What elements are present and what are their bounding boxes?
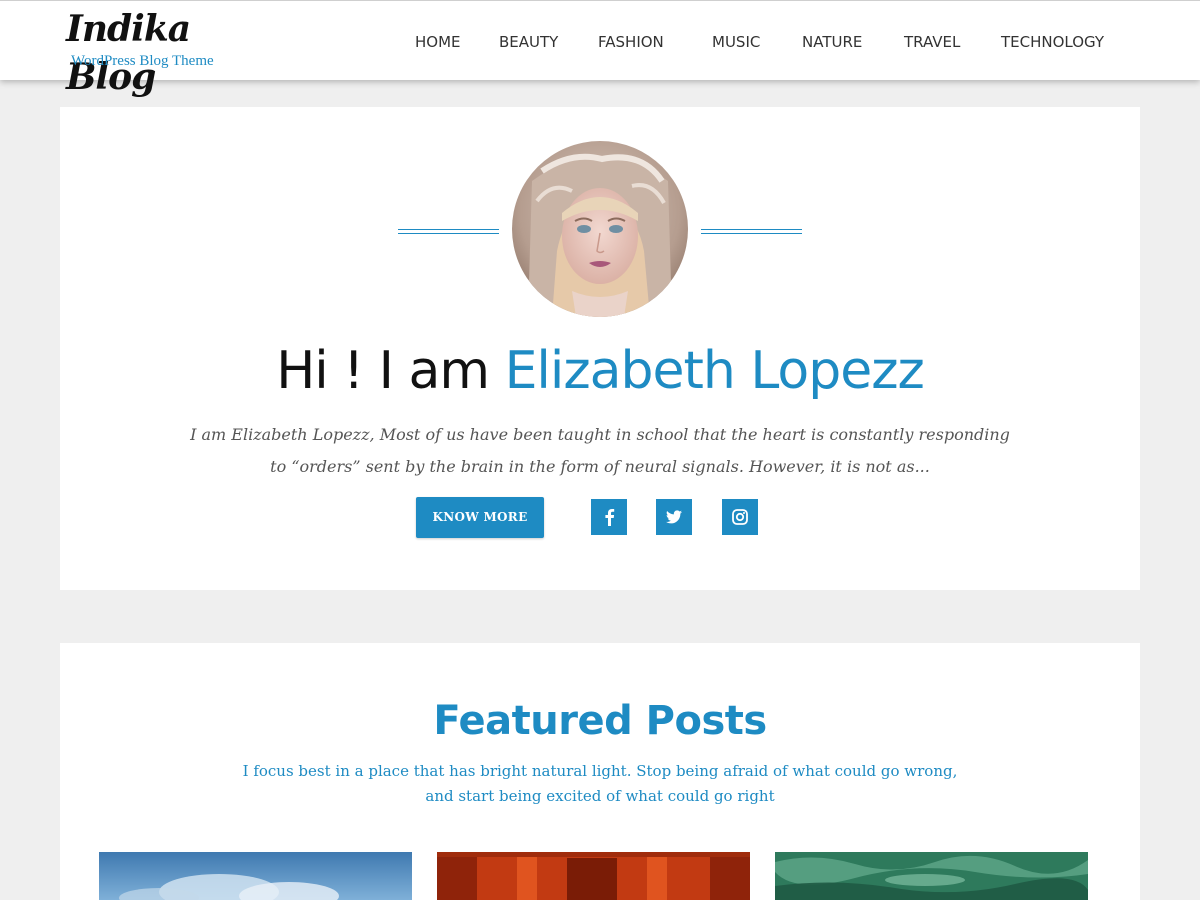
facebook-icon <box>605 509 615 526</box>
sky-clouds-image <box>99 852 412 900</box>
nav-item-travel[interactable]: TRAVEL <box>904 33 960 51</box>
facebook-button[interactable] <box>591 499 627 535</box>
green-water-image <box>775 852 1088 900</box>
featured-posts-section: Featured Posts I focus best in a place t… <box>60 643 1140 900</box>
avatar <box>512 141 688 317</box>
nav-item-music[interactable]: MUSIC <box>712 33 760 51</box>
instagram-icon <box>732 509 748 525</box>
instagram-button[interactable] <box>722 499 758 535</box>
intro-name: Elizabeth Lopezz <box>504 341 925 401</box>
know-more-button[interactable]: KNOW MORE <box>416 497 544 538</box>
intro-heading: Hi ! I am Elizabeth Lopezz <box>60 335 1140 407</box>
red-gates-image <box>437 852 750 900</box>
avatar-portrait-image <box>512 141 688 317</box>
intro-text: I am Elizabeth Lopezz, Most of us have b… <box>190 425 1010 476</box>
site-header: Indika Blog WordPress Blog Theme HOME BE… <box>0 0 1200 98</box>
post-thumbnail-gates[interactable] <box>437 852 750 900</box>
intro-card: Hi ! I am Elizabeth Lopezz I am Elizabet… <box>60 107 1140 590</box>
intro-greeting: Hi ! I am <box>276 341 505 401</box>
featured-title: Featured Posts <box>433 698 767 744</box>
decorative-line-right <box>701 229 802 234</box>
nav-item-technology[interactable]: TECHNOLOGY <box>1001 33 1104 51</box>
nav-item-fashion[interactable]: FASHION <box>598 33 664 51</box>
twitter-icon <box>666 510 682 524</box>
nav-item-beauty[interactable]: BEAUTY <box>499 33 558 51</box>
main-nav: HOME BEAUTY FASHION MUSIC NATURE TRAVEL … <box>0 33 1200 57</box>
featured-subtitle: I focus best in a place that has bright … <box>242 762 958 805</box>
decorative-line-left <box>398 229 499 234</box>
post-thumbnail-sky[interactable] <box>99 852 412 900</box>
nav-item-nature[interactable]: NATURE <box>802 33 862 51</box>
nav-item-home[interactable]: HOME <box>415 33 461 51</box>
post-thumbnail-water[interactable] <box>775 852 1088 900</box>
twitter-button[interactable] <box>656 499 692 535</box>
